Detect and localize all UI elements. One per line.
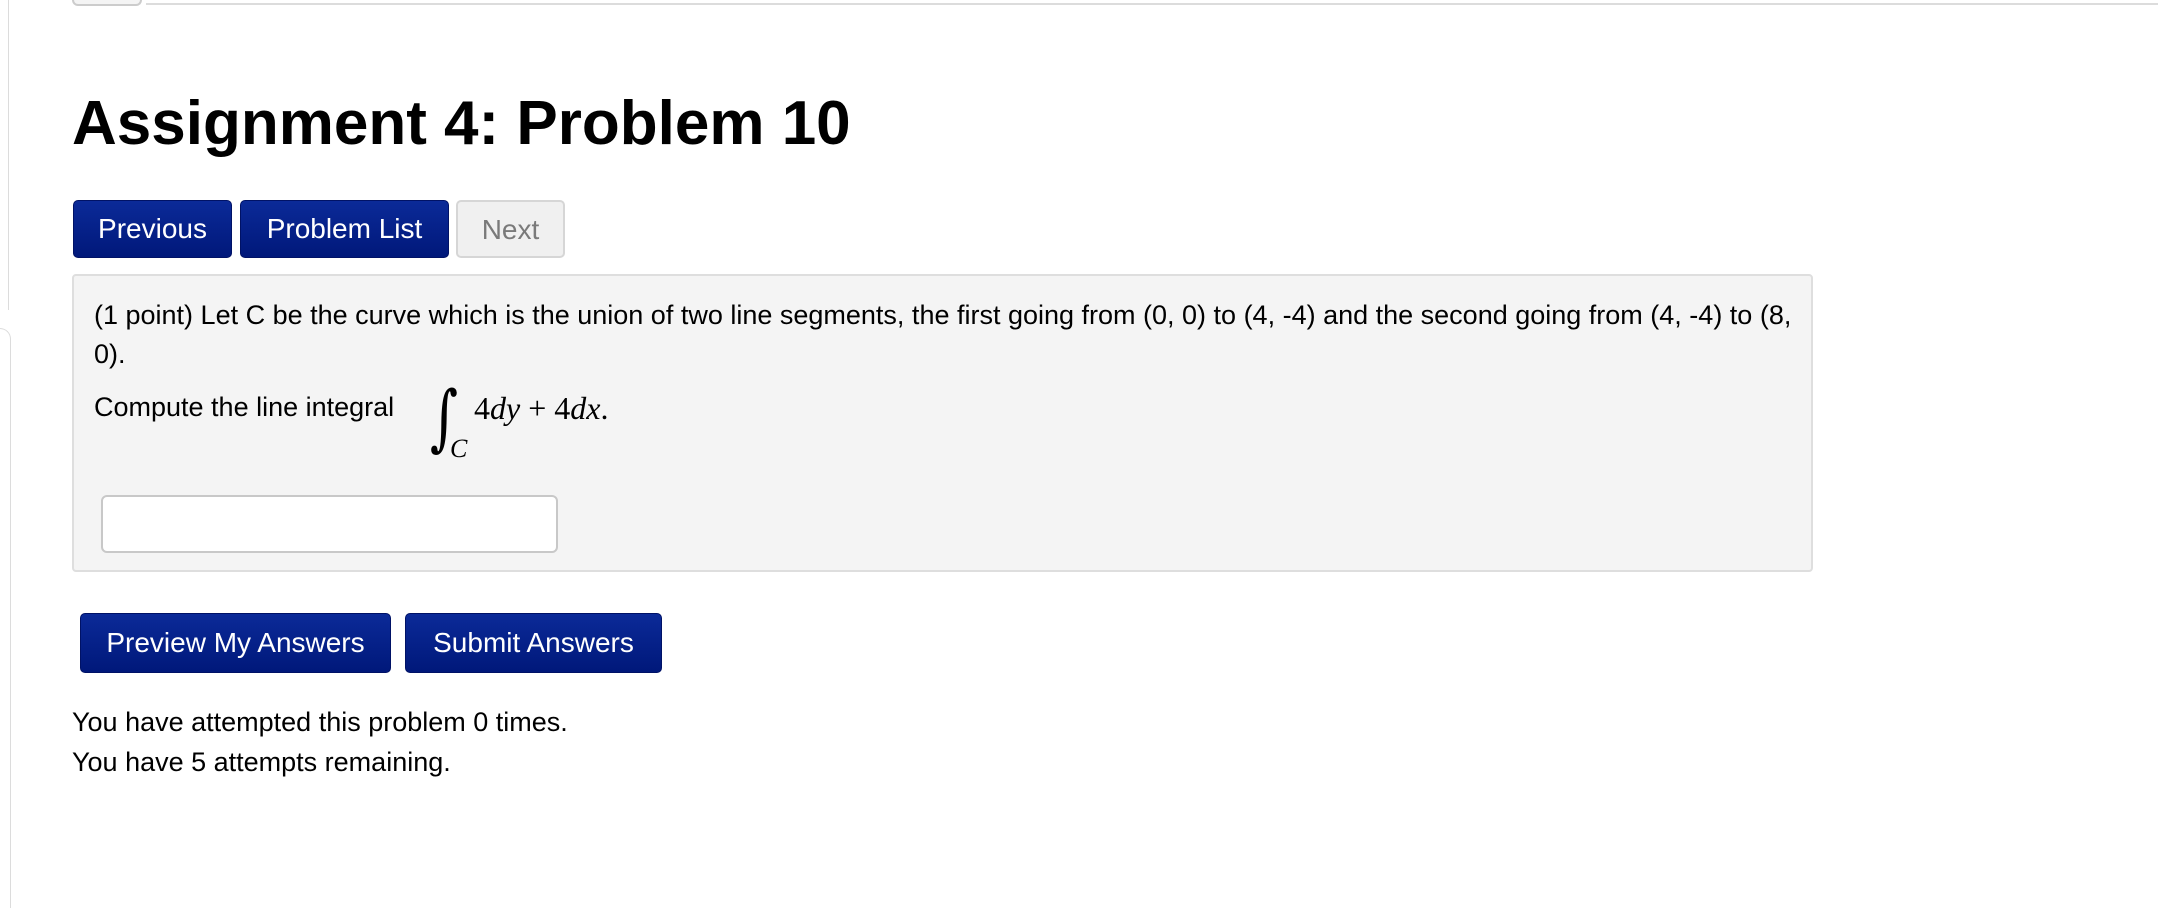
problem-list-button[interactable]: Problem List — [240, 200, 449, 258]
left-panel-edge — [0, 0, 9, 310]
integrand: 4dy + 4dx. — [474, 390, 608, 427]
integrand-var-2: dx — [570, 390, 601, 426]
submit-answers-button[interactable]: Submit Answers — [405, 613, 662, 673]
answer-input[interactable] — [101, 495, 558, 553]
integrand-coef-2: 4 — [554, 390, 571, 426]
attempts-info: You have attempted this problem 0 times.… — [72, 702, 568, 782]
attempts-remaining-text: You have 5 attempts remaining. — [72, 747, 451, 777]
page: Assignment 4: Problem 10 Previous Proble… — [0, 0, 2158, 908]
page-title: Assignment 4: Problem 10 — [72, 89, 851, 158]
top-tab-edge[interactable] — [72, 0, 142, 6]
integrand-coef-1: 4 — [474, 390, 490, 426]
problem-body: (1 point) Let C be the curve which is th… — [72, 274, 1813, 572]
previous-button[interactable]: Previous — [73, 200, 232, 258]
integrand-end: . — [600, 390, 609, 426]
integral-subscript: C — [450, 434, 468, 463]
integrand-operator: + — [520, 390, 555, 426]
top-divider — [146, 3, 2158, 5]
compute-label: Compute the line integral — [94, 392, 395, 422]
integrand-var-1: dy — [490, 390, 521, 426]
next-button: Next — [456, 200, 565, 258]
preview-answers-button[interactable]: Preview My Answers — [80, 613, 391, 673]
problem-statement: (1 point) Let C be the curve which is th… — [94, 300, 1792, 369]
left-panel-edge-lower — [0, 328, 11, 908]
attempted-count-text: You have attempted this problem 0 times. — [72, 707, 568, 737]
